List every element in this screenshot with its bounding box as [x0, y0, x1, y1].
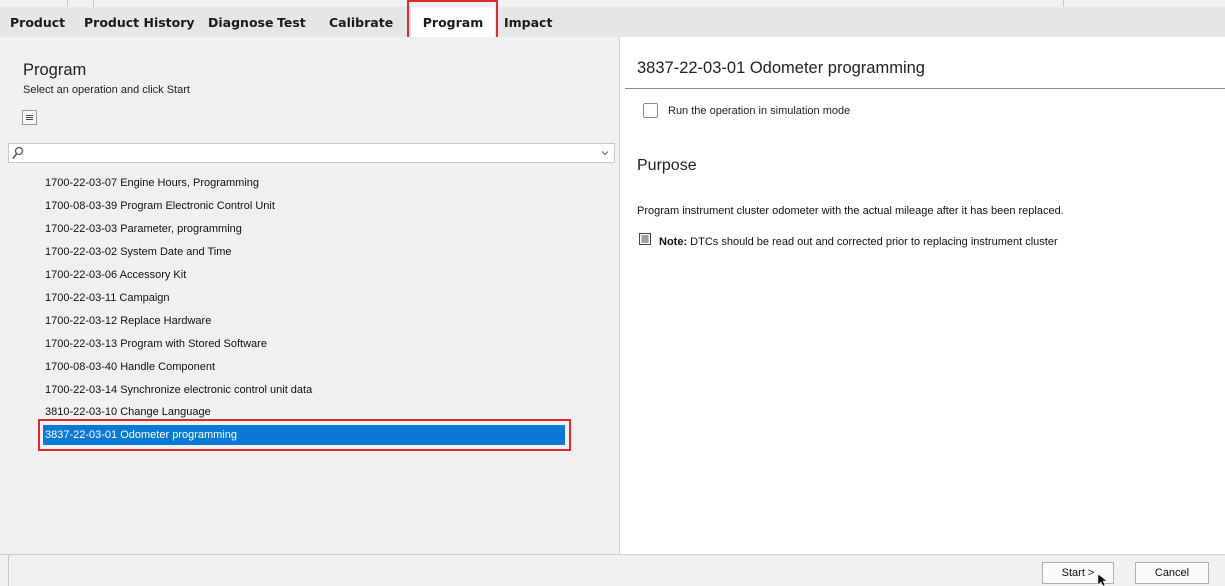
strip-separator: [93, 0, 94, 7]
tab-program[interactable]: Program: [411, 7, 495, 37]
chevron-down-icon[interactable]: [600, 148, 610, 158]
window-top-strip: [0, 0, 1225, 7]
list-item[interactable]: 1700-22-03-02 System Date and Time: [45, 242, 232, 262]
operation-detail-panel: 3837-22-03-01 Odometer programming Run t…: [621, 37, 1225, 554]
list-item[interactable]: 1700-22-03-07 Engine Hours, Programming: [45, 173, 259, 193]
title-divider: [625, 88, 1225, 89]
note-label: Note:: [659, 236, 688, 248]
list-item[interactable]: 1700-08-03-39 Program Electronic Control…: [45, 196, 275, 216]
search-icon: [12, 146, 24, 159]
list-item[interactable]: 1700-22-03-12 Replace Hardware: [45, 311, 211, 331]
list-item[interactable]: 1700-22-03-14 Synchronize electronic con…: [45, 380, 312, 400]
list-item[interactable]: 1700-22-03-06 Accessory Kit: [45, 265, 186, 285]
list-item-selected[interactable]: 3837-22-03-01 Odometer programming: [43, 425, 565, 445]
simulation-checkbox[interactable]: [643, 103, 658, 118]
search-filter-combobox[interactable]: [8, 143, 615, 163]
cancel-button[interactable]: Cancel: [1135, 562, 1209, 584]
strip-separator: [67, 0, 68, 7]
list-item[interactable]: 1700-08-03-40 Handle Component: [45, 357, 215, 377]
note-text: Note: DTCs should be read out and correc…: [659, 236, 1058, 248]
list-item[interactable]: 1700-22-03-13 Program with Stored Softwa…: [45, 334, 267, 354]
strip-separator: [1063, 0, 1064, 7]
mouse-cursor-icon: [1097, 574, 1107, 586]
tab-calibrate[interactable]: Calibrate: [329, 7, 393, 37]
tab-product[interactable]: Product: [10, 7, 65, 37]
list-item[interactable]: 1700-22-03-03 Parameter, programming: [45, 219, 242, 239]
note-body: DTCs should be read out and corrected pr…: [687, 236, 1058, 248]
action-bar: Start > Cancel: [0, 554, 1225, 586]
list-item[interactable]: 1700-22-03-11 Campaign: [45, 288, 170, 308]
purpose-heading: Purpose: [637, 157, 697, 174]
operation-list-panel: Program Select an operation and click St…: [0, 37, 620, 554]
panel-title: Program: [23, 61, 87, 79]
simulation-label: Run the operation in simulation mode: [668, 105, 851, 117]
panel-subtitle: Select an operation and click Start: [23, 84, 190, 96]
tab-impact[interactable]: Impact: [504, 7, 552, 37]
tab-product-history[interactable]: Product History: [84, 7, 195, 37]
operation-title: 3837-22-03-01 Odometer programming: [637, 59, 925, 77]
note-icon: [639, 233, 651, 245]
collapse-all-icon[interactable]: [22, 110, 37, 125]
list-item[interactable]: 3810-22-03-10 Change Language: [45, 402, 211, 422]
purpose-text: Program instrument cluster odometer with…: [637, 205, 1064, 217]
bar-divider: [8, 555, 9, 586]
tab-test[interactable]: Test: [277, 7, 306, 37]
main-tab-bar: Product Product History Diagnose Test Ca…: [0, 7, 1225, 37]
tab-diagnose[interactable]: Diagnose: [208, 7, 273, 37]
